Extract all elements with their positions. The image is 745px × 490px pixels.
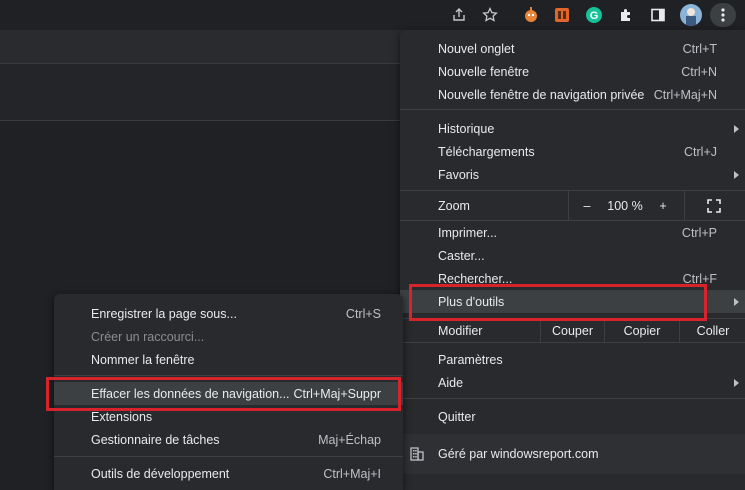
menu-item-edit: Modifier Couper Copier Coller bbox=[400, 319, 745, 342]
menu-item-new-tab[interactable]: Nouvel onglet Ctrl+T bbox=[400, 37, 745, 60]
menu-item-shortcut: Ctrl+P bbox=[681, 225, 717, 240]
kebab-menu-icon[interactable] bbox=[710, 3, 736, 27]
chrome-main-menu: Nouvel onglet Ctrl+T Nouvelle fenêtre Ct… bbox=[400, 30, 745, 490]
menu-divider bbox=[54, 375, 403, 376]
menu-item-label: Imprimer... bbox=[438, 225, 498, 240]
menu-item-shortcut: Ctrl+S bbox=[345, 306, 381, 321]
extension-monkey-icon[interactable] bbox=[521, 5, 541, 25]
grammarly-icon[interactable]: G bbox=[584, 5, 604, 25]
submenu-item-save-page[interactable]: Enregistrer la page sous... Ctrl+S bbox=[54, 302, 403, 325]
submenu-item-name-window[interactable]: Nommer la fenêtre bbox=[54, 348, 403, 371]
menu-item-label: Aide bbox=[438, 375, 464, 390]
menu-item-new-window[interactable]: Nouvelle fenêtre Ctrl+N bbox=[400, 60, 745, 83]
building-icon bbox=[410, 447, 424, 464]
menu-divider bbox=[400, 342, 745, 343]
menu-item-label: Extensions bbox=[91, 409, 153, 424]
menu-item-shortcut: Ctrl+J bbox=[684, 144, 717, 159]
submenu-arrow-icon bbox=[734, 124, 739, 133]
copy-button[interactable]: Copier bbox=[604, 319, 679, 342]
puzzle-icon[interactable] bbox=[616, 5, 636, 25]
submenu-item-create-shortcut: Créer un raccourci... bbox=[54, 325, 403, 348]
menu-item-new-incognito-window[interactable]: Nouvelle fenêtre de navigation privée Ct… bbox=[400, 83, 745, 106]
edit-label: Modifier bbox=[438, 323, 483, 338]
zoom-in-button[interactable]: + bbox=[652, 191, 674, 220]
menu-item-shortcut: Maj+Échap bbox=[318, 432, 381, 447]
menu-item-history[interactable]: Historique bbox=[400, 117, 745, 140]
menu-item-label: Caster... bbox=[438, 248, 485, 263]
menu-item-label: Téléchargements bbox=[438, 144, 535, 159]
zoom-label: Zoom bbox=[438, 198, 470, 213]
divider bbox=[684, 191, 685, 220]
submenu-arrow-icon bbox=[734, 170, 739, 179]
menu-item-label: Nouvelle fenêtre de navigation privée bbox=[438, 87, 645, 102]
menu-item-label: Gestionnaire de tâches bbox=[91, 432, 220, 447]
menu-item-label: Enregistrer la page sous... bbox=[91, 306, 237, 321]
svg-text:G: G bbox=[590, 10, 599, 22]
menu-divider bbox=[400, 398, 745, 399]
menu-item-print[interactable]: Imprimer... Ctrl+P bbox=[400, 221, 745, 244]
menu-divider bbox=[400, 109, 745, 110]
menu-item-zoom: Zoom – 100 % + bbox=[400, 191, 745, 220]
menu-item-exit[interactable]: Quitter bbox=[400, 405, 745, 428]
menu-item-help[interactable]: Aide bbox=[400, 371, 745, 394]
browser-toolbar: G bbox=[0, 0, 745, 30]
managed-by-label: Géré par windowsreport.com bbox=[438, 447, 599, 461]
divider bbox=[568, 191, 569, 220]
profile-avatar[interactable] bbox=[680, 4, 702, 26]
submenu-arrow-icon bbox=[734, 378, 739, 387]
menu-item-downloads[interactable]: Téléchargements Ctrl+J bbox=[400, 140, 745, 163]
submenu-arrow-icon bbox=[734, 297, 739, 306]
menu-item-label: Nouvelle fenêtre bbox=[438, 64, 530, 79]
menu-item-shortcut: Ctrl+Maj+N bbox=[653, 87, 717, 102]
menu-item-settings[interactable]: Paramètres bbox=[400, 348, 745, 371]
share-icon[interactable] bbox=[449, 5, 469, 25]
fullscreen-icon[interactable] bbox=[700, 191, 728, 220]
sidebar-icon[interactable] bbox=[648, 5, 668, 25]
menu-item-label: Quitter bbox=[438, 409, 476, 424]
star-icon[interactable] bbox=[480, 5, 500, 25]
menu-item-bookmarks[interactable]: Favoris bbox=[400, 163, 745, 186]
paste-button[interactable]: Coller bbox=[679, 319, 745, 342]
menu-item-label: Nouvel onglet bbox=[438, 41, 515, 56]
menu-item-cast[interactable]: Caster... bbox=[400, 244, 745, 267]
menu-item-label: Paramètres bbox=[438, 352, 503, 367]
cut-button[interactable]: Couper bbox=[540, 319, 604, 342]
extension-orange-icon[interactable] bbox=[552, 5, 572, 25]
menu-item-label: Créer un raccourci... bbox=[91, 329, 205, 344]
zoom-out-button[interactable]: – bbox=[576, 191, 598, 220]
menu-item-shortcut: Ctrl+Maj+I bbox=[323, 466, 381, 481]
menu-item-label: Nommer la fenêtre bbox=[91, 352, 195, 367]
submenu-item-task-manager[interactable]: Gestionnaire de tâches Maj+Échap bbox=[54, 428, 403, 451]
submenu-item-developer-tools[interactable]: Outils de développement Ctrl+Maj+I bbox=[54, 462, 403, 485]
managed-by-row[interactable]: Géré par windowsreport.com bbox=[400, 434, 745, 474]
menu-item-label: Favoris bbox=[438, 167, 479, 182]
zoom-value: 100 % bbox=[607, 198, 643, 213]
menu-item-shortcut: Ctrl+N bbox=[681, 64, 717, 79]
menu-item-label: Historique bbox=[438, 121, 495, 136]
highlight-box-clear-data bbox=[46, 377, 401, 411]
menu-item-shortcut: Ctrl+T bbox=[682, 41, 717, 56]
menu-item-label: Outils de développement bbox=[91, 466, 230, 481]
menu-divider bbox=[54, 456, 403, 457]
highlight-box-more-tools bbox=[409, 284, 707, 321]
